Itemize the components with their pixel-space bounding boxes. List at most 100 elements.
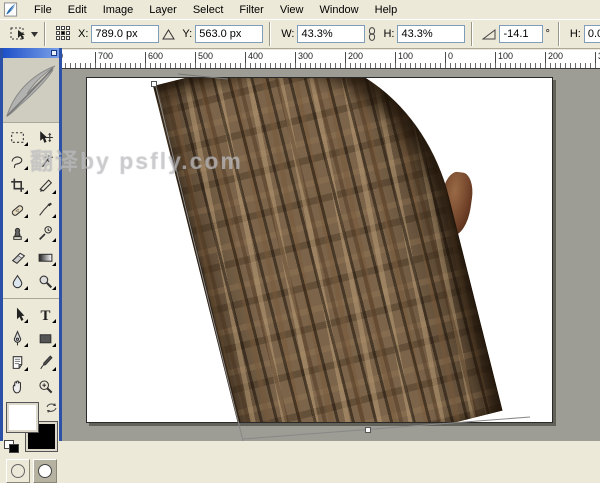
path-selection-icon xyxy=(16,307,24,321)
toolbox-feather-logo xyxy=(3,58,59,123)
current-tool-preview[interactable] xyxy=(9,23,38,45)
tool-rectangular-marquee[interactable] xyxy=(3,125,31,149)
ruler-major-tick xyxy=(145,52,146,68)
tool-pen[interactable] xyxy=(3,326,31,350)
toolbox-close-button[interactable] xyxy=(51,50,57,56)
link-dimensions-icon[interactable] xyxy=(368,27,376,41)
horizontal-ruler[interactable]: 8007006005004003002001000100200300 xyxy=(62,50,600,69)
blur-icon xyxy=(12,274,22,288)
notes-icon xyxy=(12,355,22,369)
x-position-field[interactable] xyxy=(91,25,160,43)
move-icon xyxy=(39,130,53,143)
ruler-tick-label: 0 xyxy=(448,51,454,61)
rotate-angle-icon xyxy=(482,28,496,40)
y-label: Y: xyxy=(182,28,193,40)
foreground-color-swatch[interactable] xyxy=(6,402,39,433)
tool-lasso[interactable] xyxy=(3,149,31,173)
tool-crop[interactable] xyxy=(3,173,31,197)
y-position-field[interactable] xyxy=(195,25,264,43)
tool-shape[interactable] xyxy=(31,326,59,350)
ruler-major-tick xyxy=(445,52,446,68)
menu-edit[interactable]: Edit xyxy=(60,2,95,18)
scale-width-field[interactable] xyxy=(297,25,366,43)
shape-icon xyxy=(39,333,51,343)
tool-slice[interactable] xyxy=(31,173,59,197)
standard-mode-button[interactable] xyxy=(6,459,30,483)
menu-filter[interactable]: Filter xyxy=(231,2,271,18)
menu-layer[interactable]: Layer xyxy=(141,2,185,18)
ruler-tick-label: 100 xyxy=(398,51,414,61)
crop-icon xyxy=(10,178,24,192)
brush-icon xyxy=(38,202,52,216)
menu-help[interactable]: Help xyxy=(367,2,406,18)
tool-notes[interactable] xyxy=(3,350,31,374)
tool-clone-stamp[interactable] xyxy=(3,221,31,245)
lasso-icon xyxy=(11,155,22,168)
clone-stamp-icon xyxy=(12,227,22,240)
options-separator xyxy=(471,22,474,46)
ruler-tick-label: 500 xyxy=(198,51,214,61)
hand-icon xyxy=(12,380,21,393)
ruler-major-tick xyxy=(95,52,96,68)
pen-icon xyxy=(13,329,21,345)
eraser-icon xyxy=(11,252,25,264)
transform-corner-handle[interactable] xyxy=(151,81,157,87)
free-transform-outline xyxy=(151,73,531,441)
ruler-major-tick xyxy=(495,52,496,68)
menu-view[interactable]: View xyxy=(272,2,312,18)
chevron-down-icon xyxy=(31,31,38,37)
ruler-tick-label: 600 xyxy=(148,51,164,61)
width-label: W: xyxy=(281,28,295,40)
options-separator xyxy=(44,22,46,46)
ruler-major-tick xyxy=(395,52,396,68)
rotation-angle-field[interactable] xyxy=(499,25,544,43)
toolbox-palette: T xyxy=(0,48,62,483)
tool-brush[interactable] xyxy=(31,197,59,221)
ruler-major-tick xyxy=(245,52,246,68)
type-icon: T xyxy=(40,307,50,322)
menu-image[interactable]: Image xyxy=(95,2,142,18)
quick-mask-icon xyxy=(38,464,52,478)
scale-height-field[interactable] xyxy=(397,25,466,43)
tool-move[interactable] xyxy=(31,125,59,149)
tool-path-selection[interactable] xyxy=(3,302,31,326)
ruler-tick-label: 200 xyxy=(348,51,364,61)
horizontal-skew-field[interactable] xyxy=(583,25,600,43)
x-label: X: xyxy=(78,28,89,40)
tool-eraser[interactable] xyxy=(3,245,31,269)
svg-text:T: T xyxy=(40,307,50,322)
menu-file[interactable]: File xyxy=(26,2,60,18)
menu-window[interactable]: Window xyxy=(312,2,367,18)
relative-position-delta-icon[interactable] xyxy=(162,28,176,40)
ruler-tick-label: 100 xyxy=(498,51,514,61)
zoom-icon xyxy=(38,379,52,393)
tool-hand[interactable] xyxy=(3,374,31,398)
options-separator xyxy=(269,22,272,46)
tool-type[interactable]: T xyxy=(31,302,59,326)
tool-history-brush[interactable] xyxy=(31,221,59,245)
tool-zoom[interactable] xyxy=(31,374,59,398)
rectangular-marquee-icon xyxy=(10,131,24,143)
swap-colors-icon[interactable] xyxy=(45,401,58,419)
dodge-icon xyxy=(39,275,52,288)
transform-bottom-handle[interactable] xyxy=(365,427,371,433)
h-skew-label: H: xyxy=(569,28,581,40)
tool-magic-wand[interactable] xyxy=(31,149,59,173)
quick-mask-mode-button[interactable] xyxy=(33,459,57,483)
toolbox-titlebar[interactable] xyxy=(3,48,59,58)
ruler-major-tick xyxy=(595,52,596,68)
ruler-tick-label: 700 xyxy=(98,51,114,61)
tool-dodge[interactable] xyxy=(31,269,59,293)
tool-blur[interactable] xyxy=(3,269,31,293)
tool-eyedropper[interactable] xyxy=(31,350,59,374)
transform-tool-icon xyxy=(10,27,25,40)
default-colors-icon[interactable] xyxy=(4,440,19,453)
reference-point-locator[interactable] xyxy=(56,26,70,42)
tool-healing-brush[interactable] xyxy=(3,197,31,221)
ruler-major-tick xyxy=(345,52,346,68)
tool-gradient[interactable] xyxy=(31,245,59,269)
options-bar: X: Y: W: H: ° H: ° xyxy=(0,20,600,49)
tool-grid: T xyxy=(3,123,59,398)
menu-bar: File Edit Image Layer Select Filter View Window… xyxy=(0,0,600,20)
menu-select[interactable]: Select xyxy=(185,2,232,18)
